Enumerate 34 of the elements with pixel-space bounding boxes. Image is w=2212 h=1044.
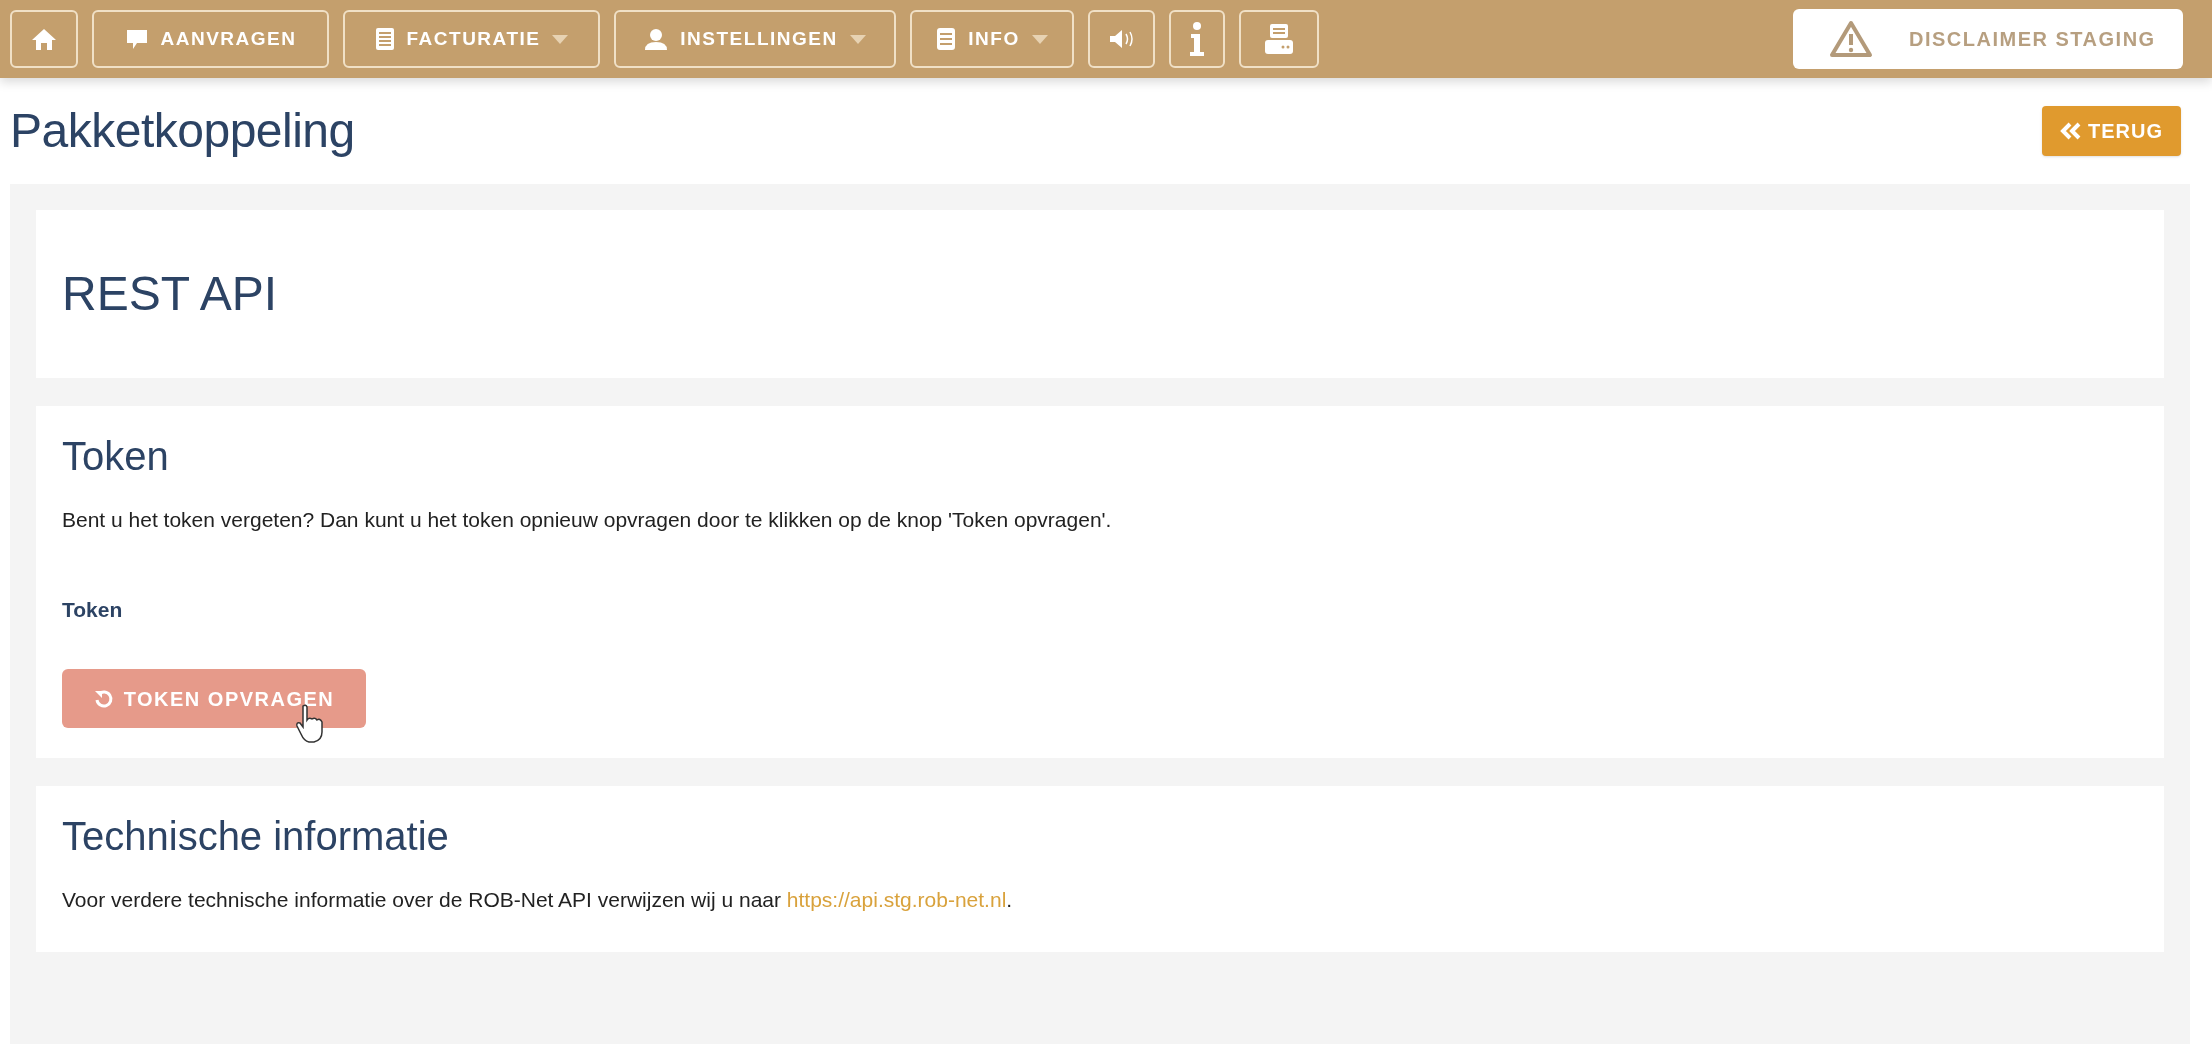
disclaimer-button[interactable]: DISCLAIMER STAGING (1793, 9, 2183, 69)
nav-dropdown[interactable]: FACTURATIE (343, 10, 600, 68)
description-text: Voor verdere technische informatie over de ROB-Net API verwijzen wij u naar https://api.stg.rob-net.nl. (62, 887, 1014, 913)
speech-bubble-icon (124, 27, 149, 51)
list-icon (936, 27, 957, 51)
nav-dropdown[interactable]: INSTELLINGEN (614, 10, 896, 68)
nav-icon-button[interactable] (1169, 10, 1225, 68)
double-chevron-icon (2060, 122, 2082, 140)
nav-button[interactable]: AANVRAGEN (92, 10, 329, 68)
info-icon (1189, 22, 1205, 56)
api-link[interactable]: https://api.stg.rob-net.nl (786, 888, 1007, 911)
request-token-button[interactable]: TOKEN OPVRAGEN (62, 669, 366, 728)
caret-icon (1031, 34, 1048, 44)
speaker-icon (1107, 28, 1136, 50)
nav-icon-button[interactable] (10, 10, 78, 68)
nav-icon-button[interactable] (1239, 10, 1319, 68)
caret-icon (552, 34, 569, 44)
back-button[interactable]: TERUG (2042, 106, 2181, 156)
nav-icon-button[interactable] (1088, 10, 1155, 68)
section-title: Technische informatie (62, 813, 450, 856)
field-label: Token (62, 596, 124, 623)
user-icon (644, 27, 669, 51)
refresh-icon (93, 688, 114, 709)
page-title: Pakketkoppeling (10, 103, 355, 159)
caret-icon (849, 34, 866, 44)
description-text: Bent u het token vergeten? Dan kunt u het token opnieuw opvragen door te klikken op de knop 'Token opvragen'. (62, 507, 1113, 533)
nav-dropdown[interactable]: INFO (910, 10, 1074, 68)
printer-icon (1264, 23, 1294, 55)
section-title: REST API (62, 266, 279, 322)
section-title: Token (62, 433, 170, 476)
document-icon (374, 27, 395, 51)
warning-icon (1829, 20, 1873, 58)
home-icon (31, 27, 57, 51)
hand-cursor-icon (295, 704, 325, 744)
